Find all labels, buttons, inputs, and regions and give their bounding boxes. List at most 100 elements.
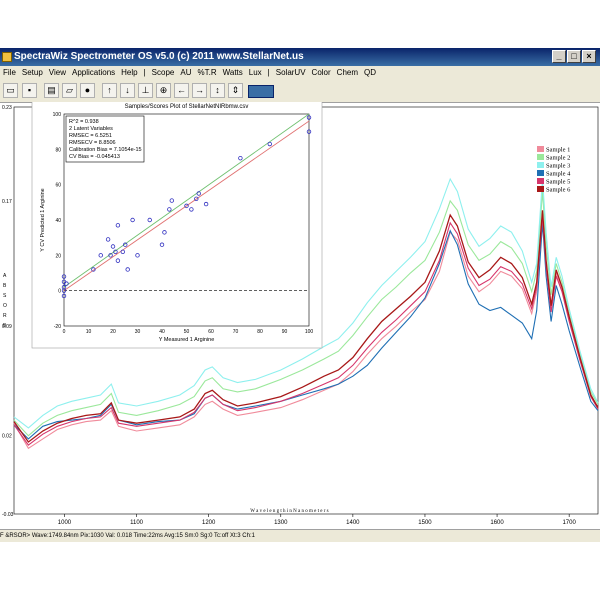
save-icon[interactable]: ▪ — [22, 83, 37, 98]
inset-x-tick-label: 50 — [184, 329, 190, 335]
legend-swatch — [537, 186, 544, 192]
inset-y-tick-label: 100 — [53, 112, 62, 118]
spectrum-plot[interactable]: 0.230.170.090.02-0.03ABSORB1000 1100 1200 1… — [0, 102, 600, 527]
app-icon — [2, 52, 12, 62]
menu-au[interactable]: AU — [177, 66, 194, 80]
inset-x-tick-label: 90 — [282, 329, 288, 335]
y-axis-letter: O — [3, 303, 7, 309]
x-tick-label: 1000 — [58, 520, 72, 526]
legend-label: Sample 6 — [546, 187, 571, 194]
x-axis-label: W a v e l e n g t h i n N a n o m e t e … — [250, 509, 328, 514]
inset-title: Samples/Scores Plot of StellarNetNIRbmw.… — [125, 104, 249, 110]
legend-label: Sample 4 — [546, 171, 571, 178]
menu-help[interactable]: Help — [118, 66, 140, 80]
inset-x-tick-label: 20 — [110, 329, 116, 335]
scope-mode-indicator[interactable] — [248, 85, 274, 98]
menu-color[interactable]: Color — [309, 66, 334, 80]
menu-separator: | — [267, 68, 270, 77]
inset-stat-line: Calibration Bias = 7.1054e-15 — [69, 147, 142, 153]
inset-stat-line: CV Bias = -0.045413 — [69, 154, 120, 160]
x-tick-label: 1500 — [418, 520, 432, 526]
x-tick-label: 1700 — [562, 520, 576, 526]
inset-x-tick-label: 40 — [159, 329, 165, 335]
menu-view[interactable]: View — [46, 66, 69, 80]
status-bar: F &RSOR> Wave:1749.84nm Pix:1030 Val: 0.… — [0, 529, 600, 542]
inset-stat-line: RMSEC = 6.5251 — [69, 133, 112, 139]
right-arrow-icon[interactable]: → — [192, 83, 207, 98]
inset-stat-line: 2 Latent Variables — [69, 126, 113, 132]
inset-y-tick-label: 80 — [55, 147, 61, 153]
legend-label: Sample 3 — [546, 163, 570, 170]
window-title: SpectraWiz Spectrometer OS v5.0 (c) 2011… — [14, 51, 304, 62]
close-icon[interactable]: × — [582, 50, 596, 63]
x-tick-label: 1200 — [202, 520, 216, 526]
y-axis-letter: A — [3, 273, 7, 279]
legend-label: Sample 1 — [546, 147, 570, 154]
expand-icon[interactable]: ⇕ — [228, 83, 243, 98]
inset-y-tick-label: 40 — [55, 218, 61, 224]
menu-scope[interactable]: Scope — [149, 66, 178, 80]
inset-x-tick-label: 10 — [86, 329, 92, 335]
legend-label: Sample 5 — [546, 179, 570, 186]
maximize-icon[interactable]: □ — [567, 50, 581, 63]
inset-y-tick-label: 20 — [55, 253, 61, 259]
y-tick-label: 0.02 — [2, 434, 12, 440]
legend-swatch — [537, 146, 544, 152]
menu-separator: | — [143, 68, 146, 77]
x-tick-label: 1300 — [274, 520, 288, 526]
spectrawiz-window: SpectraWiz Spectrometer OS v5.0 (c) 2011… — [0, 48, 600, 543]
down-arrow-icon[interactable]: ↓ — [120, 83, 135, 98]
left-arrow-icon[interactable]: ← — [174, 83, 189, 98]
menu-qd[interactable]: QD — [361, 66, 379, 80]
y-axis-letter: B — [3, 283, 7, 289]
legend-swatch — [537, 178, 544, 184]
y-axis-letter: R — [3, 313, 7, 319]
y-tick-label: 0.17 — [2, 199, 12, 205]
inset-stat-line: R^2 = 0.938 — [69, 119, 99, 125]
inset-x-tick-label: 30 — [135, 329, 141, 335]
inset-x-label: Y Measured 1 Arginine — [159, 337, 215, 343]
inset-x-tick-label: 100 — [305, 329, 314, 335]
legend-swatch — [537, 154, 544, 160]
inset-stat-line: RMSECV = 8.8506 — [69, 140, 116, 146]
toolbar: ▭ ▪ ▤ ▱ ● ↑ ↓ ⊥ ⊕ ← → ↕ ⇕ — [0, 80, 600, 103]
x-tick-label: 1100 — [130, 520, 144, 526]
inset-y-label: Y CV Predicted 1 Arginine — [40, 188, 46, 252]
menu-solaruv[interactable]: SolarUV — [273, 66, 309, 80]
menu-applications[interactable]: Applications — [69, 66, 118, 80]
legend-swatch — [537, 170, 544, 176]
y-tick-label: -0.03 — [2, 512, 14, 518]
menu-setup[interactable]: Setup — [19, 66, 46, 80]
menu-watts[interactable]: Watts — [220, 66, 246, 80]
inset-y-tick-label: -20 — [54, 324, 61, 330]
legend-label: Sample 2 — [546, 155, 570, 162]
up-arrow-icon[interactable]: ↑ — [102, 83, 117, 98]
x-tick-label: 1400 — [346, 520, 360, 526]
zoom-icon[interactable]: ⊕ — [156, 83, 171, 98]
y-axis-letter: S — [3, 293, 7, 299]
inset-x-tick-label: 0 — [63, 329, 66, 335]
inset-plot: Samples/Scores Plot of StellarNetNIRbmw.… — [31, 102, 323, 349]
scale-icon[interactable]: ↕ — [210, 83, 225, 98]
title-bar: SpectraWiz Spectrometer OS v5.0 (c) 2011… — [0, 48, 600, 66]
print-icon[interactable]: ▤ — [44, 83, 59, 98]
folder-icon[interactable]: ▱ — [62, 83, 77, 98]
open-file-icon[interactable]: ▭ — [3, 83, 18, 98]
marker-icon[interactable]: ⊥ — [138, 83, 153, 98]
inset-x-tick-label: 70 — [233, 329, 239, 335]
minimize-icon[interactable]: _ — [552, 50, 566, 63]
bulb-icon[interactable]: ● — [80, 83, 95, 98]
inset-y-tick-label: 60 — [55, 183, 61, 189]
menu--t-r[interactable]: %T.R — [194, 66, 219, 80]
menu-lux[interactable]: Lux — [246, 66, 265, 80]
x-tick-label: 1600 — [490, 520, 504, 526]
inset-x-tick-label: 80 — [257, 329, 263, 335]
menu-chem[interactable]: Chem — [334, 66, 361, 80]
y-tick-label: 0.23 — [2, 105, 12, 111]
inset-y-tick-label: 0 — [58, 289, 61, 295]
menu-bar: File Setup View Applications Help | Scope AU %T.… — [0, 66, 600, 81]
legend-swatch — [537, 162, 544, 168]
menu-file[interactable]: File — [0, 66, 19, 80]
inset-x-tick-label: 60 — [208, 329, 214, 335]
status-text: F &RSOR> Wave:1749.84nm Pix:1030 Val: 0.… — [0, 533, 255, 539]
